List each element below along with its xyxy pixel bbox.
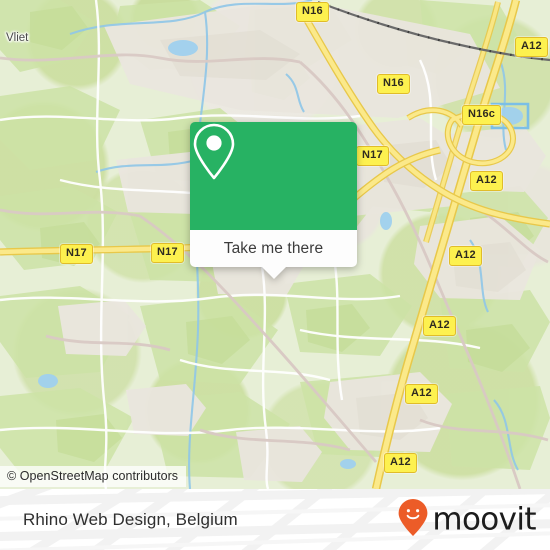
map-canvas[interactable]: Vliet N16 N16 A12 N16c N17 A12 N17 N17 A… [0, 0, 550, 489]
road-shield-n17-center[interactable]: N17 [356, 146, 389, 166]
road-shield-n17-left[interactable]: N17 [60, 244, 93, 264]
road-shield-n16c[interactable]: N16c [462, 105, 502, 125]
popup-card-tail [260, 266, 287, 279]
place-label-vliet: Vliet [6, 32, 29, 44]
road-shield-a12-top[interactable]: A12 [515, 37, 548, 57]
moovit-smiley-pin-icon [397, 497, 429, 542]
screenshot-root: Vliet N16 N16 A12 N16c N17 A12 N17 N17 A… [0, 0, 550, 550]
map-attribution[interactable]: © OpenStreetMap contributors [0, 466, 187, 487]
moovit-brand[interactable]: moovit [397, 497, 537, 542]
take-me-there-label: Take me there [223, 239, 324, 257]
location-popup-card[interactable]: Take me there [190, 122, 357, 279]
footer-bar: Rhino Web Design, Belgium moovit [0, 489, 550, 550]
road-shield-a12-low2[interactable]: A12 [405, 384, 438, 404]
road-shield-a12-upper[interactable]: A12 [470, 171, 503, 191]
moovit-wordmark: moovit [432, 501, 536, 537]
road-shield-n16-north[interactable]: N16 [296, 2, 329, 22]
road-shield-a12-mid[interactable]: A12 [449, 246, 482, 266]
popup-card-action[interactable]: Take me there [190, 230, 357, 279]
road-shield-a12-bottom[interactable]: A12 [384, 453, 417, 473]
road-shield-n17-mid[interactable]: N17 [151, 243, 184, 263]
road-shield-n16-mid[interactable]: N16 [377, 74, 410, 94]
road-shield-a12-lower[interactable]: A12 [423, 316, 456, 336]
location-title: Rhino Web Design, Belgium [23, 509, 238, 529]
popup-card-header [190, 122, 357, 230]
